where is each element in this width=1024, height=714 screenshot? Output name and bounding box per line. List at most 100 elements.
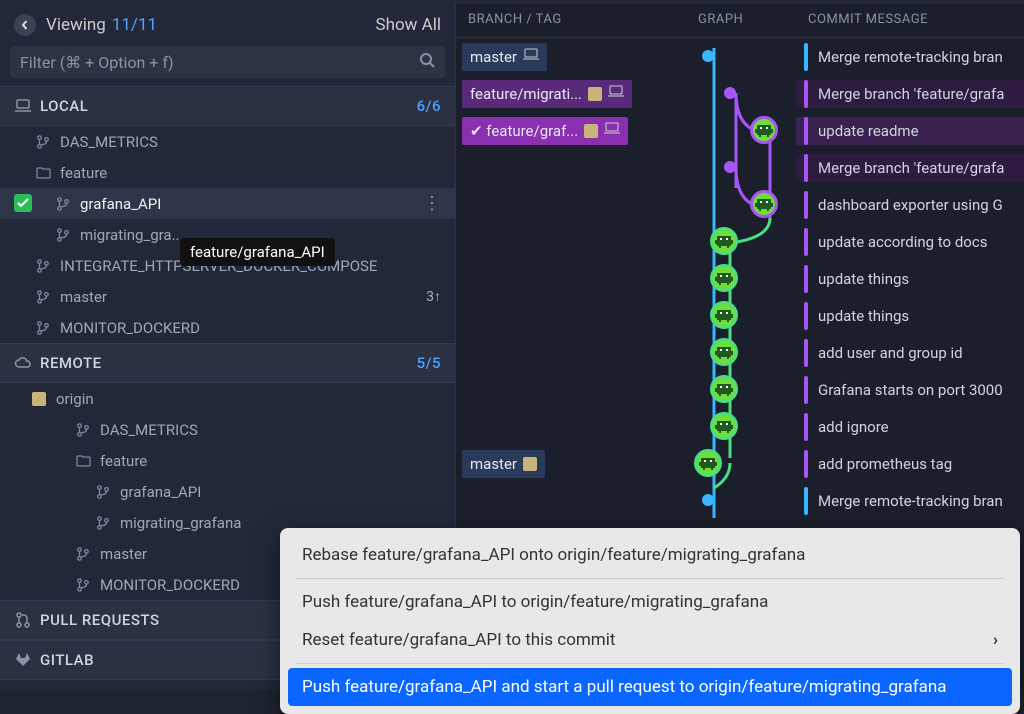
msg-color-bar — [804, 487, 808, 515]
branch-icon — [34, 290, 52, 304]
branch-pill[interactable]: ✔ feature/graf... — [462, 117, 628, 145]
menu-item[interactable]: Push feature/grafana_API to origin/featu… — [288, 583, 1012, 621]
graph-cell — [686, 260, 796, 297]
commit-row[interactable]: Merge remote-tracking bran — [456, 482, 1024, 519]
avatar-icon — [710, 375, 738, 403]
branch-icon — [34, 321, 52, 335]
commit-row[interactable]: masteradd prometheus tag — [456, 445, 1024, 482]
commit-row[interactable]: update things — [456, 297, 1024, 334]
tree-item-feature[interactable]: feature — [0, 445, 455, 476]
commit-row[interactable]: update according to docs — [456, 223, 1024, 260]
col-graph-header[interactable]: GRAPH — [698, 12, 808, 27]
graph-cell — [686, 223, 796, 260]
commit-row[interactable]: ✔ feature/graf... update readme — [456, 112, 1024, 149]
context-menu: Rebase feature/grafana_API onto origin/f… — [280, 528, 1020, 714]
tree-item-feature[interactable]: feature — [0, 157, 455, 188]
commit-message: update readme — [796, 117, 1024, 145]
msg-color-bar — [804, 154, 808, 182]
commit-row[interactable]: Merge branch 'feature/grafa — [456, 149, 1024, 186]
commit-row[interactable]: feature/migrati...Merge branch 'feature/… — [456, 75, 1024, 112]
graph-cell — [686, 408, 796, 445]
commit-message: add user and group id — [796, 339, 1024, 367]
msg-color-bar — [804, 339, 808, 367]
graph-cell — [686, 371, 796, 408]
graph-cell — [686, 38, 796, 75]
commit-message: Merge branch 'feature/grafa — [796, 154, 1024, 182]
graph-cell — [686, 334, 796, 371]
menu-item[interactable]: Rebase feature/grafana_API onto origin/f… — [288, 536, 1012, 574]
laptop-icon — [14, 99, 32, 113]
avatar-icon — [710, 264, 738, 292]
graph-cell — [686, 445, 796, 482]
branch-pill[interactable]: master — [462, 450, 545, 478]
remote-section-header[interactable]: REMOTE 5/5 — [0, 343, 455, 383]
tree-item-master[interactable]: master3↑ — [0, 281, 455, 312]
avatar-icon — [750, 190, 778, 218]
branch-pill[interactable]: master — [462, 43, 547, 71]
commit-row[interactable]: master Merge remote-tracking bran — [456, 38, 1024, 75]
branch-icon — [74, 578, 92, 592]
branch-pill[interactable]: feature/migrati... — [462, 80, 632, 108]
menu-separator — [296, 663, 1004, 664]
more-icon[interactable]: ⋮ — [423, 193, 441, 214]
commit-message: update things — [796, 265, 1024, 293]
graph-cell — [686, 482, 796, 519]
commit-row[interactable]: dashboard exporter using G — [456, 186, 1024, 223]
commit-message: Merge remote-tracking bran — [796, 43, 1024, 71]
remote-count: 5/5 — [417, 354, 441, 372]
menu-separator — [296, 578, 1004, 579]
msg-color-bar — [804, 228, 808, 256]
gitlab-icon — [14, 652, 32, 668]
msg-color-bar — [804, 413, 808, 441]
menu-item[interactable]: Push feature/grafana_API and start a pul… — [288, 668, 1012, 706]
col-branch-header[interactable]: BRANCH / TAG — [468, 12, 698, 27]
filter-input[interactable]: Filter (⌘ + Option + f) — [10, 46, 445, 78]
menu-item[interactable]: Reset feature/grafana_API to this commit… — [288, 621, 1012, 659]
remote-square-icon — [588, 87, 602, 101]
back-button[interactable] — [14, 14, 36, 36]
local-label: LOCAL — [40, 97, 88, 115]
cloud-icon — [14, 356, 32, 370]
commit-message: update things — [796, 302, 1024, 330]
commit-row[interactable]: Grafana starts on port 3000 — [456, 371, 1024, 408]
branch-icon — [54, 228, 72, 242]
local-section-header[interactable]: LOCAL 6/6 — [0, 86, 455, 126]
viewing-row: Viewing 11/11 Show All — [0, 4, 455, 46]
avatar-icon — [710, 338, 738, 366]
avatar-icon — [710, 227, 738, 255]
remote-square-icon — [584, 124, 598, 138]
viewing-count: 11/11 — [112, 15, 157, 35]
branch-icon — [94, 485, 112, 499]
tree-item-grafana-api[interactable]: grafana_API⋮ — [0, 188, 455, 219]
search-icon — [419, 52, 435, 72]
msg-color-bar — [804, 265, 808, 293]
graph-cell — [686, 186, 796, 223]
commit-row[interactable]: add user and group id — [456, 334, 1024, 371]
avatar-icon — [710, 301, 738, 329]
graph-cell — [686, 297, 796, 334]
commit-row[interactable]: add ignore — [456, 408, 1024, 445]
branch-icon — [54, 197, 72, 211]
msg-color-bar — [804, 80, 808, 108]
graph-cell — [686, 75, 796, 112]
remote-origin[interactable]: origin — [0, 383, 455, 414]
commit-message: update according to docs — [796, 228, 1024, 256]
tree-item-grafana-api[interactable]: grafana_API — [0, 476, 455, 507]
tree-item-das-metrics[interactable]: DAS_METRICS — [0, 126, 455, 157]
branch-tooltip: feature/grafana_API — [180, 238, 335, 266]
show-all-button[interactable]: Show All — [375, 15, 441, 35]
filter-placeholder: Filter (⌘ + Option + f) — [20, 53, 174, 72]
avatar-icon — [750, 116, 778, 144]
commit-message: add ignore — [796, 413, 1024, 441]
commit-row[interactable]: update things — [456, 260, 1024, 297]
content-header: BRANCH / TAG GRAPH COMMIT MESSAGE — [456, 4, 1024, 38]
tree-item-monitor-dockerd[interactable]: MONITOR_DOCKERD — [0, 312, 455, 343]
col-message-header[interactable]: COMMIT MESSAGE — [808, 12, 1014, 27]
msg-color-bar — [804, 376, 808, 404]
graph-cell — [686, 112, 796, 149]
msg-color-bar — [804, 117, 808, 145]
msg-color-bar — [804, 191, 808, 219]
msg-color-bar — [804, 43, 808, 71]
tree-item-das-metrics[interactable]: DAS_METRICS — [0, 414, 455, 445]
chevron-right-icon: › — [993, 630, 998, 650]
